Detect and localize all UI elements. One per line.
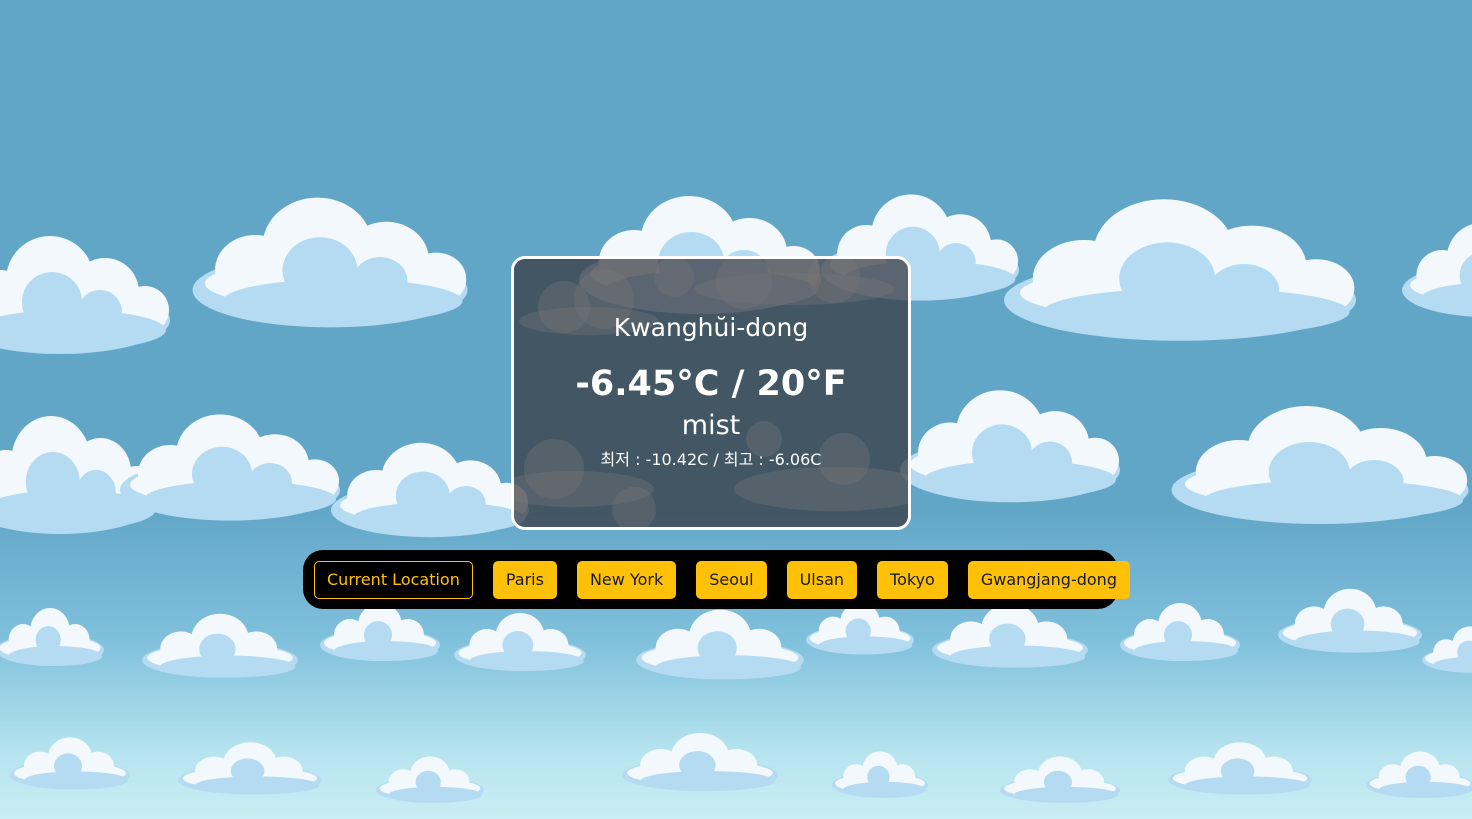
- city-button-ulsan[interactable]: Ulsan: [786, 560, 858, 599]
- location-name: Kwanghŭi-dong: [613, 313, 809, 342]
- temperature-readout: -6.45°C / 20°F: [575, 364, 847, 404]
- weather-card: Kwanghŭi-dong -6.45°C / 20°F mist 최저 : -…: [511, 256, 911, 530]
- weather-condition: mist: [681, 410, 741, 441]
- city-button-seoul[interactable]: Seoul: [696, 560, 767, 599]
- min-max-temperature: 최저 : -10.42C / 최고 : -6.06C: [600, 450, 822, 469]
- city-button-gwangjang-dong[interactable]: Gwangjang-dong: [967, 560, 1130, 599]
- current-location-button[interactable]: Current Location: [314, 560, 473, 599]
- city-button-paris[interactable]: Paris: [492, 560, 557, 599]
- city-button-new-york[interactable]: New York: [576, 560, 677, 599]
- sky-background: Kwanghŭi-dong -6.45°C / 20°F mist 최저 : -…: [0, 0, 1472, 819]
- city-button-tokyo[interactable]: Tokyo: [877, 560, 948, 599]
- city-button-bar: Current Location Paris New York Seoul Ul…: [303, 550, 1130, 609]
